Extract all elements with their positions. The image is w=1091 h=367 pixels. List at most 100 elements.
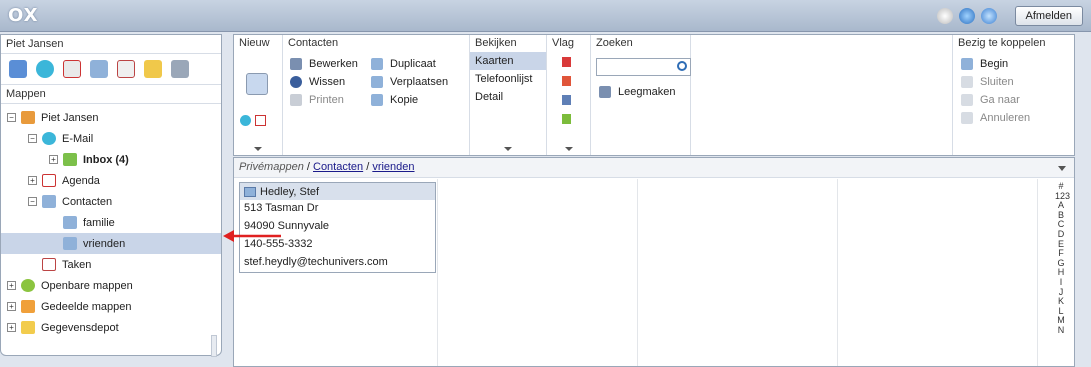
crumb-root[interactable]: Privémappen <box>239 161 304 173</box>
flag-blue-icon[interactable] <box>562 95 571 105</box>
contacts-folder-icon <box>63 216 77 229</box>
tree-item-gedeelde-mappen[interactable]: + Gedeelde mappen <box>1 296 221 317</box>
chevron-down-icon[interactable] <box>504 147 512 151</box>
close-link-icon <box>961 76 973 88</box>
tree-item-familie[interactable]: familie <box>1 212 221 233</box>
clear-search-button[interactable]: Leegmaken <box>599 83 690 101</box>
tree-item-openbare-mappen[interactable]: + Openbare mappen <box>1 275 221 296</box>
tree-item-gegevensdepot[interactable]: + Gegevensdepot <box>1 317 221 338</box>
group-title: Nieuw <box>239 37 270 49</box>
group-koppelen: Bezig te koppelen Begin Sluiten Ga naar … <box>953 35 1074 155</box>
delete-button[interactable]: Wissen <box>290 73 358 91</box>
contacts-folder-icon <box>63 237 77 250</box>
new-contact-icon[interactable] <box>246 73 268 95</box>
calendar-icon <box>42 174 56 187</box>
tree-label: Contacten <box>62 195 113 208</box>
tree-label: familie <box>83 216 115 229</box>
group-title: Bezig te koppelen <box>958 37 1046 49</box>
folder-tree: − Piet Jansen − E-Mail + Inbox (4) + Age… <box>1 104 221 338</box>
flag-green-icon[interactable] <box>562 114 571 124</box>
contact-icon <box>244 186 256 197</box>
column-divider <box>437 179 438 366</box>
copy-button[interactable]: Kopie <box>371 91 448 109</box>
group-title: Bekijken <box>475 37 517 49</box>
cancel-link-button[interactable]: Annuleren <box>961 109 1030 127</box>
flag-red-icon[interactable] <box>562 76 571 86</box>
contact-email[interactable]: stef.heydly@techunivers.com <box>240 254 435 272</box>
group-title: Contacten <box>288 37 339 49</box>
flag-clear-icon[interactable] <box>562 57 571 67</box>
tree-item-piet-jansen[interactable]: − Piet Jansen <box>1 107 221 128</box>
email-app-icon[interactable] <box>36 60 54 78</box>
copy-icon <box>371 94 383 106</box>
calendar-app-icon[interactable] <box>63 60 81 78</box>
move-button[interactable]: Verplaatsen <box>371 73 448 91</box>
close-link-button[interactable]: Sluiten <box>961 73 1030 91</box>
goto-button[interactable]: Ga naar <box>961 91 1030 109</box>
tree-item-inbox[interactable]: + Inbox (4) <box>1 149 221 170</box>
contacts-view: Privémappen / Contacten / vrienden Hedle… <box>233 157 1075 367</box>
view-phonelist-option[interactable]: Telefoonlijst <box>470 70 546 88</box>
duplicate-icon <box>371 58 383 70</box>
crumb-contacten[interactable]: Contacten <box>313 161 363 173</box>
infostore-app-icon[interactable] <box>144 60 162 78</box>
tree-label: Inbox (4) <box>83 153 129 166</box>
settings-app-icon[interactable] <box>171 60 189 78</box>
expand-icon[interactable]: + <box>7 281 16 290</box>
tree-item-vrienden[interactable]: vrienden <box>1 233 221 254</box>
begin-button[interactable]: Begin <box>961 55 1030 73</box>
tree-item-email[interactable]: − E-Mail <box>1 128 221 149</box>
expand-icon[interactable]: + <box>7 302 16 311</box>
chevron-down-icon[interactable] <box>1058 166 1066 171</box>
chevron-down-icon[interactable] <box>564 147 573 151</box>
delete-icon <box>290 76 302 88</box>
contacts-folder-icon <box>42 195 56 208</box>
edit-button[interactable]: Bewerken <box>290 55 358 73</box>
home-icon[interactable] <box>9 60 27 78</box>
clear-icon <box>599 86 611 98</box>
calendar-small-icon[interactable] <box>255 115 266 126</box>
tree-label: Taken <box>62 258 92 271</box>
search-input[interactable] <box>596 58 691 76</box>
tree-item-contacten[interactable]: − Contacten <box>1 191 221 212</box>
expand-icon[interactable]: + <box>28 176 37 185</box>
group-zoeken: Zoeken Leegmaken <box>591 35 691 155</box>
help-icon[interactable] <box>980 8 997 24</box>
tree-label: Openbare mappen <box>41 279 133 292</box>
tasks-icon <box>42 258 56 271</box>
public-folders-icon <box>21 279 35 292</box>
contact-street: 513 Tasman Dr <box>244 202 319 214</box>
expand-icon[interactable]: + <box>49 155 58 164</box>
top-right-controls: Afmelden <box>936 6 1083 26</box>
contacts-app-icon[interactable] <box>90 60 108 78</box>
refresh-icon[interactable] <box>958 8 975 24</box>
collapse-icon[interactable]: − <box>28 197 37 206</box>
tree-item-agenda[interactable]: + Agenda <box>1 170 221 191</box>
left-scrollbar[interactable] <box>211 335 217 357</box>
group-vlag: Vlag <box>547 35 591 155</box>
tasks-app-icon[interactable] <box>117 60 135 78</box>
column-divider <box>637 179 638 366</box>
print-icon <box>290 94 302 106</box>
group-title: Vlag <box>552 37 575 49</box>
collapse-icon[interactable]: − <box>28 134 37 143</box>
email-small-icon[interactable] <box>240 115 251 126</box>
group-title: Zoeken <box>596 37 633 49</box>
duplicate-button[interactable]: Duplicaat <box>371 55 448 73</box>
tree-item-taken[interactable]: Taken <box>1 254 221 275</box>
chevron-down-icon[interactable] <box>254 147 262 151</box>
collapse-icon[interactable]: − <box>7 113 16 122</box>
logout-button[interactable]: Afmelden <box>1014 6 1083 26</box>
search-icon[interactable] <box>677 61 687 71</box>
view-detail-option[interactable]: Detail <box>470 88 546 106</box>
print-button[interactable]: Printen <box>290 91 358 109</box>
left-panel: Piet Jansen Mappen − Piet Jansen − E-Mai… <box>0 34 222 357</box>
alpha-letter[interactable]: N <box>1055 325 1067 336</box>
expand-icon[interactable]: + <box>7 323 16 332</box>
contact-card-header[interactable]: Hedley, Stef <box>240 183 435 200</box>
goto-icon <box>961 94 973 106</box>
begin-icon <box>961 58 973 70</box>
crumb-vrienden[interactable]: vrienden <box>372 161 414 173</box>
column-divider <box>837 179 838 366</box>
view-cards-option[interactable]: Kaarten <box>470 52 546 70</box>
